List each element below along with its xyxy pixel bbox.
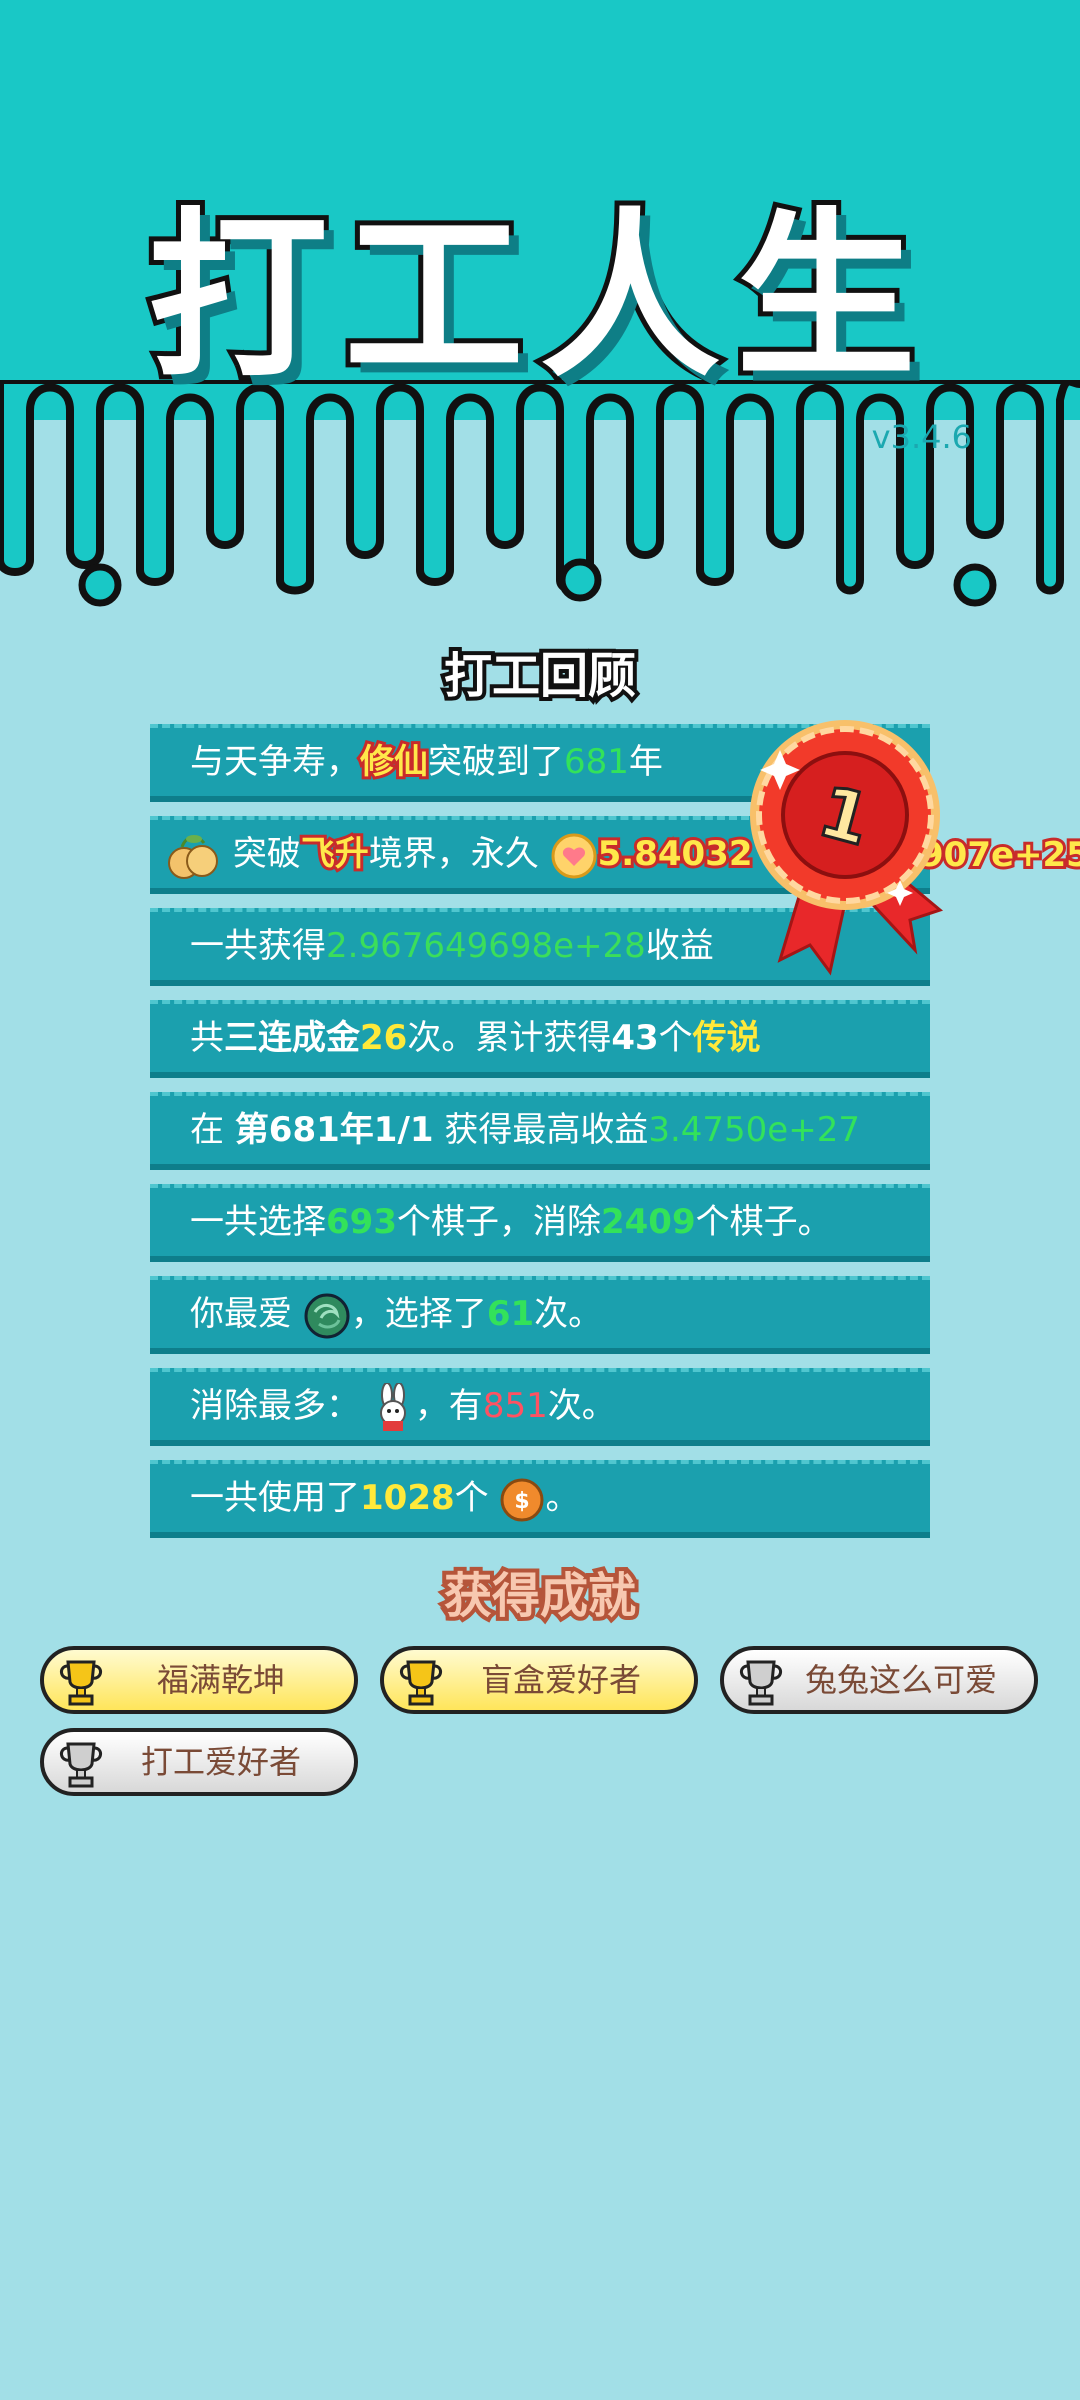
achievements-title: 获得成就 xyxy=(440,1564,640,1628)
version-label: v3.4.6 xyxy=(871,418,972,456)
gold-trophy-icon xyxy=(400,1660,442,1706)
rabbit-icon xyxy=(379,1382,406,1431)
coin-icon: $ xyxy=(500,1478,544,1521)
review-row-favorite: 你最爱 ，选择了61次。 xyxy=(150,1276,930,1354)
achievement-label: 兔兔这么可爱 xyxy=(804,1661,997,1699)
rank-medal-ribbon: 1 xyxy=(750,720,944,976)
game-title: 打工人生 xyxy=(143,188,932,407)
gold-trophy-icon xyxy=(60,1660,102,1706)
svg-text:$: $ xyxy=(515,1489,530,1514)
review-row-pieces: 一共选择693个棋子，消除2409个棋子。 xyxy=(150,1184,930,1262)
achievement-label: 福满乾坤 xyxy=(156,1661,285,1699)
jade-orb-icon xyxy=(304,1293,350,1338)
silver-trophy-icon xyxy=(60,1742,102,1788)
achievement-label: 盲盒爱好者 xyxy=(480,1661,641,1699)
silver-trophy-icon xyxy=(740,1660,782,1706)
achievement-badge[interactable]: 打工爱好者 xyxy=(40,1728,358,1796)
achievement-badge[interactable]: 盲盒爱好者 xyxy=(380,1646,698,1714)
peach-fruit-icon xyxy=(168,834,218,879)
review-row-best-income: 在 第681年1/1 获得最高收益3.4750e+27 xyxy=(150,1092,930,1170)
achievement-label: 打工爱好者 xyxy=(140,1743,301,1781)
achievement-badge[interactable]: 兔兔这么可爱 xyxy=(720,1646,1038,1714)
review-row-coins: 一共使用了1028个 $ 。 xyxy=(150,1460,930,1538)
heart-coin-icon xyxy=(551,833,597,878)
review-title: 打工回顾 xyxy=(440,644,640,708)
review-row-most-removed: 消除最多： ，有851次。 xyxy=(150,1368,930,1446)
review-row-triple: 共三连成金26次。累计获得43个传说 xyxy=(150,1000,930,1078)
achievement-badge[interactable]: 福满乾坤 xyxy=(40,1646,358,1714)
